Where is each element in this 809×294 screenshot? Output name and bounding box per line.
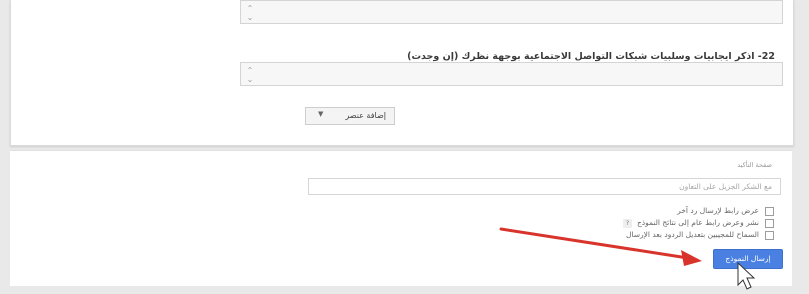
add-item-label: إضافة عنصر <box>345 111 386 120</box>
question-card: ⌃ ⌄ 22- اذكر ايجابيات وسلبيات شبكات التوا… <box>10 0 794 146</box>
option-allow-edit[interactable]: السماح للمجيبين بتعديل الردود بعد الإرسا… <box>626 230 774 240</box>
checkbox[interactable] <box>765 230 774 240</box>
option-publish-results[interactable]: نشر وعرض رابط عام إلى نتائج النموذج? <box>622 218 774 228</box>
confirmation-section: صفحة التأكيد مع الشكر الجزيل على التعاون… <box>10 150 792 286</box>
submit-form-button[interactable]: إرسال النموذج <box>713 249 783 269</box>
add-item-dropdown[interactable]: إضافة عنصر ▼ <box>305 107 395 125</box>
confirmation-title: صفحة التأكيد <box>737 161 772 169</box>
previous-answer-textarea[interactable]: ⌃ ⌄ <box>240 0 783 24</box>
question-title: 22- اذكر ايجابيات وسلبيات شبكات التواصل … <box>407 51 775 62</box>
option-show-another-response[interactable]: عرض رابط لإرسال رد آخر <box>677 206 774 216</box>
resize-handle-icon[interactable]: ⌃ ⌄ <box>245 66 255 84</box>
checkbox[interactable] <box>765 218 774 228</box>
resize-handle-icon[interactable]: ⌃ ⌄ <box>245 4 255 22</box>
answer-textarea[interactable]: ⌃ ⌄ <box>240 62 783 86</box>
confirmation-message-input[interactable]: مع الشكر الجزيل على التعاون <box>308 178 781 195</box>
help-icon[interactable]: ? <box>622 219 632 228</box>
chevron-down-icon: ▼ <box>318 110 324 118</box>
checkbox[interactable] <box>765 206 774 216</box>
